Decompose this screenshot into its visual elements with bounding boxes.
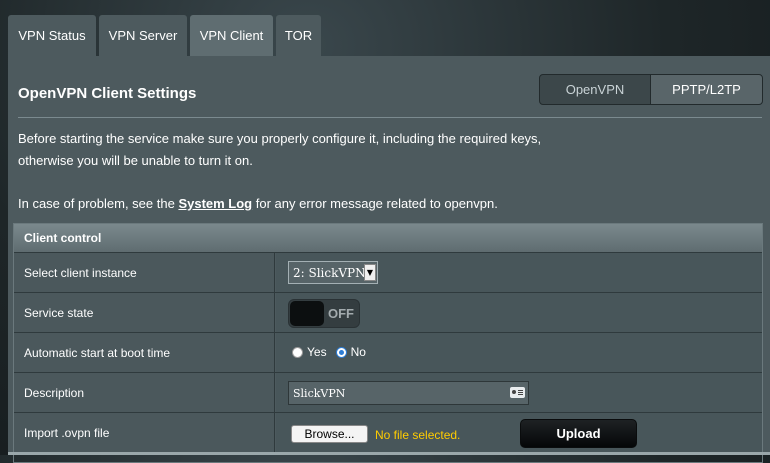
table-row: Automatic start at boot time Yes No — [14, 332, 762, 372]
toggle-knob — [290, 301, 324, 326]
tab-tor[interactable]: TOR — [276, 15, 321, 56]
instance-label: Select client instance — [14, 253, 275, 292]
client-instance-value: 2: SlickVPN — [293, 265, 366, 280]
description-label: Description — [14, 373, 275, 412]
service-state-value: OFF — [328, 306, 354, 321]
autostart-radio-group: Yes No — [292, 345, 375, 359]
autostart-yes-radio[interactable] — [292, 346, 303, 358]
autostart-no-radio[interactable] — [335, 346, 347, 358]
chevron-down-icon[interactable]: ▼ — [364, 264, 376, 281]
contact-card-icon — [510, 387, 525, 398]
tab-vpn-server[interactable]: VPN Server — [99, 15, 187, 56]
title-divider — [18, 117, 762, 118]
tab-vpn-client[interactable]: VPN Client — [190, 15, 273, 56]
service-state-label: Service state — [14, 293, 275, 332]
client-instance-select[interactable]: 2: SlickVPN ▼ — [288, 261, 378, 284]
description-value: SlickVPN — [293, 386, 346, 400]
system-log-link[interactable]: System Log — [178, 196, 252, 211]
intro-text: Before starting the service make sure yo… — [18, 128, 541, 215]
upload-button[interactable]: Upload — [520, 419, 637, 448]
autostart-no-label[interactable]: No — [351, 345, 366, 359]
intro-line-3-prefix: In case of problem, see the — [18, 196, 179, 211]
pptp-l2tp-toggle-button[interactable]: PPTP/L2TP — [650, 74, 763, 105]
autostart-yes-label[interactable]: Yes — [307, 345, 327, 359]
table-row: Service state OFF — [14, 292, 762, 332]
intro-line-1: Before starting the service make sure yo… — [18, 131, 542, 146]
table-row: Import .ovpn file Browse... No file sele… — [14, 412, 762, 452]
intro-line-3-suffix: for any error message related to openvpn… — [252, 196, 498, 211]
service-state-toggle[interactable]: OFF — [288, 299, 360, 328]
browse-button[interactable]: Browse... — [291, 425, 368, 443]
client-control-table: Client control Select client instance 2:… — [13, 223, 763, 463]
import-label: Import .ovpn file — [14, 413, 275, 452]
intro-line-3: In case of problem, see the System Log f… — [18, 193, 541, 215]
table-row: Select client instance 2: SlickVPN ▼ — [14, 252, 762, 292]
client-control-header: Client control — [14, 224, 762, 252]
autostart-label: Automatic start at boot time — [14, 333, 275, 372]
tab-vpn-status[interactable]: VPN Status — [8, 15, 96, 56]
openvpn-toggle-button[interactable]: OpenVPN — [539, 74, 651, 105]
table-row: Description SlickVPN — [14, 372, 762, 412]
description-input[interactable]: SlickVPN — [288, 381, 529, 405]
file-status-text: No file selected. — [375, 428, 461, 442]
intro-line-2: otherwise you will be unable to turn it … — [18, 153, 253, 168]
vpn-client-panel: OpenVPN Client Settings OpenVPN PPTP/L2T… — [8, 56, 770, 463]
page-title: OpenVPN Client Settings — [18, 85, 197, 102]
